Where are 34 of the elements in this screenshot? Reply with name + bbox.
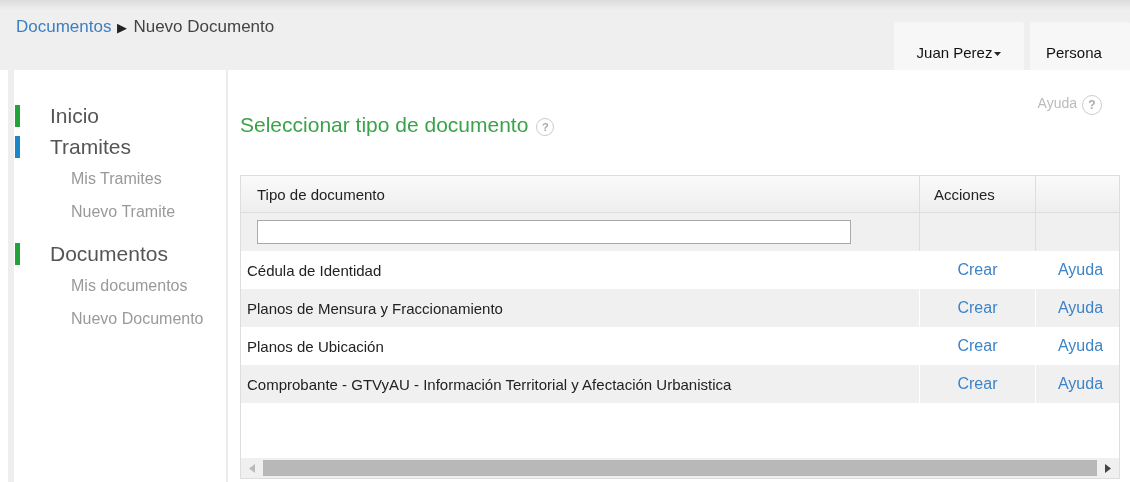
- nav-item[interactable]: Documentos: [50, 241, 168, 266]
- scrollbar-thumb[interactable]: [263, 460, 1097, 476]
- help-link[interactable]: Ayuda: [1057, 375, 1104, 393]
- breadcrumb-link[interactable]: Documentos: [16, 17, 112, 37]
- help-link[interactable]: Ayuda: [1057, 261, 1104, 279]
- table-cell: Planos de Mensura y Fraccionamiento: [247, 299, 503, 317]
- horizontal-scrollbar[interactable]: [241, 458, 1119, 478]
- table-cell: Cédula de Identidad: [247, 261, 382, 279]
- help-link[interactable]: Ayuda: [1057, 337, 1104, 355]
- caret-icon: [994, 51, 1002, 56]
- tab[interactable]: Persona: [1030, 22, 1130, 70]
- user-menu-tab[interactable]: Juan Perez: [894, 22, 1024, 70]
- nav-subitem[interactable]: Mis Tramites: [71, 162, 226, 195]
- create-link[interactable]: Crear: [957, 375, 998, 393]
- page-title: Seleccionar tipo de documento: [240, 113, 529, 137]
- nav-subitem[interactable]: Nuevo Tramite: [71, 195, 226, 228]
- table-cell: Comprobante - GTVyAU - Información Territorial y Afectación Urbanistica: [247, 375, 732, 393]
- nav-item[interactable]: Tramites: [50, 134, 131, 159]
- nav-subitem[interactable]: Nuevo Documento: [71, 302, 226, 335]
- column-header: Tipo de documento: [257, 185, 385, 203]
- nav-item[interactable]: Inicio: [50, 103, 100, 128]
- table-cell: Planos de Ubicación: [247, 337, 384, 355]
- breadcrumb-current: Nuevo Documento: [133, 17, 275, 37]
- scroll-right-icon[interactable]: [1105, 463, 1111, 473]
- column-header: Acciones: [934, 185, 995, 203]
- create-link[interactable]: Crear: [957, 337, 998, 355]
- create-link[interactable]: Crear: [957, 261, 998, 279]
- scroll-left-icon[interactable]: [249, 463, 255, 473]
- filter-field[interactable]: [257, 220, 851, 244]
- create-link[interactable]: Crear: [957, 299, 998, 317]
- nav-subitem[interactable]: Mis documentos: [71, 269, 226, 302]
- help-link[interactable]: Ayuda: [1057, 299, 1104, 317]
- help-link[interactable]: Ayuda: [1037, 95, 1077, 111]
- breadcrumb-separator: ▶: [117, 20, 128, 35]
